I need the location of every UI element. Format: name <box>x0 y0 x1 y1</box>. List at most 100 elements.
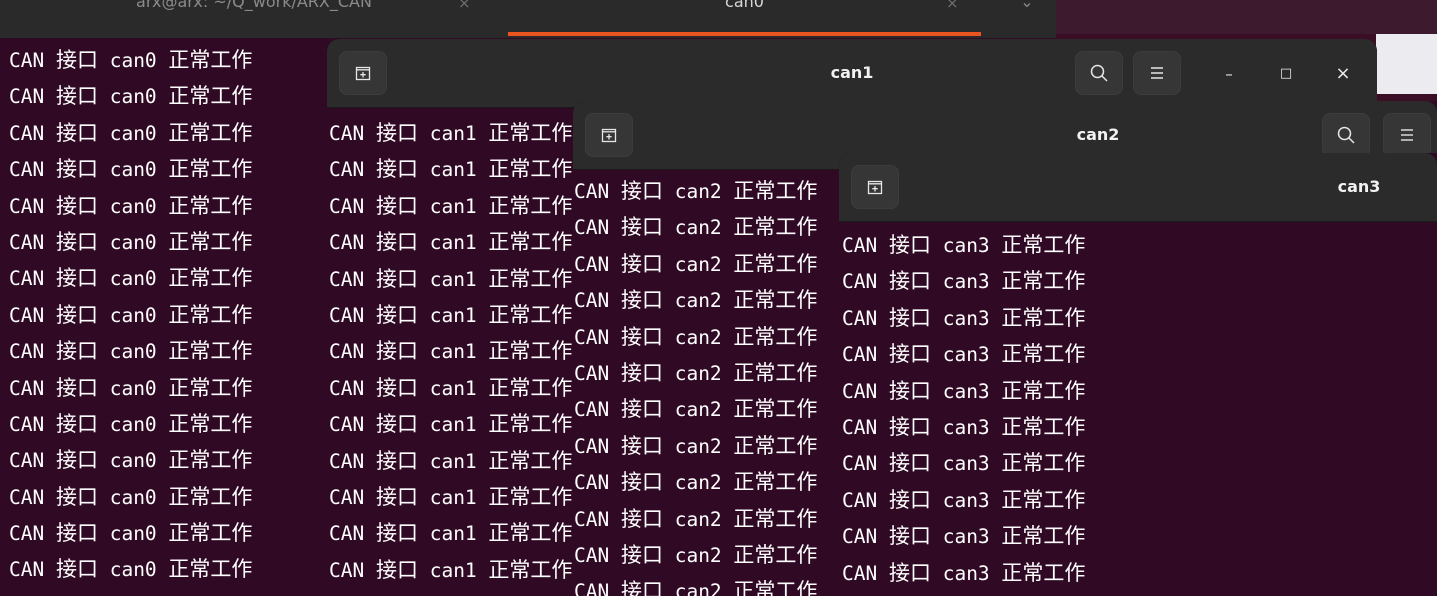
hamburger-menu-icon <box>1401 129 1413 141</box>
line-interface-name: can0 <box>97 121 169 145</box>
line-interface-name: can2 <box>662 543 734 567</box>
line-interface-word: 接口 <box>55 193 98 218</box>
line-prefix: CAN <box>842 270 889 294</box>
terminal-output-can3[interactable]: CAN 接口 can3 正常工作 CAN 接口 can3 正常工作 CAN 接口 c… <box>839 227 1437 591</box>
line-interface-name: can1 <box>417 158 489 182</box>
line-interface-name: can3 <box>930 561 1002 585</box>
line-interface-word: 接口 <box>55 120 98 145</box>
line-prefix: CAN <box>9 449 56 473</box>
line-status-text: 正常工作 <box>488 121 573 145</box>
line-status-text: 正常工作 <box>488 302 573 327</box>
tab-close-icon[interactable]: × <box>946 0 959 12</box>
menu-button[interactable] <box>1383 113 1431 157</box>
line-interface-word: 接口 <box>620 360 663 385</box>
line-interface-word: 接口 <box>888 305 931 330</box>
close-button[interactable]: × <box>1330 60 1356 86</box>
search-button[interactable] <box>1075 51 1123 95</box>
line-interface-name: can3 <box>930 234 1002 257</box>
line-prefix: CAN <box>9 121 56 145</box>
tab-arx-home[interactable]: arx@arx: ~/Q_work/ARX_CAN × <box>0 0 508 34</box>
line-interface-word: 接口 <box>620 288 663 313</box>
line-interface-word: 接口 <box>55 448 98 473</box>
line-interface-word: 接口 <box>55 375 98 400</box>
line-interface-name: can2 <box>662 216 734 240</box>
line-interface-word: 接口 <box>620 179 663 203</box>
line-prefix: CAN <box>574 507 621 531</box>
tab-can0[interactable]: can0 × <box>508 0 981 34</box>
line-interface-name: can2 <box>662 252 734 276</box>
maximize-button[interactable]: □ <box>1273 60 1299 86</box>
line-status-text: 正常工作 <box>1001 342 1086 367</box>
line-interface-name: can1 <box>417 122 489 145</box>
line-interface-name: can3 <box>930 343 1002 367</box>
terminal-line: CAN 接口 can3 正常工作 <box>842 227 1437 263</box>
line-prefix: CAN <box>574 252 621 276</box>
line-prefix: CAN <box>574 325 621 349</box>
line-interface-name: can0 <box>97 85 169 109</box>
line-interface-word: 接口 <box>888 269 931 294</box>
line-prefix: CAN <box>329 558 376 582</box>
line-prefix: CAN <box>842 379 889 403</box>
line-status-text: 正常工作 <box>168 375 253 400</box>
new-tab-button[interactable] <box>851 165 899 209</box>
line-status-text: 正常工作 <box>168 339 253 364</box>
line-prefix: CAN <box>329 231 376 255</box>
line-interface-word: 接口 <box>375 193 418 218</box>
line-status-text: 正常工作 <box>488 375 573 400</box>
line-status-text: 正常工作 <box>1001 560 1086 585</box>
line-interface-word: 接口 <box>888 451 931 476</box>
line-status-text: 正常工作 <box>733 179 818 203</box>
line-interface-word: 接口 <box>375 375 418 400</box>
terminal-line: CAN 接口 can3 正常工作 <box>842 336 1437 372</box>
line-prefix: CAN <box>842 306 889 330</box>
hamburger-menu-icon <box>1151 67 1163 79</box>
line-prefix: CAN <box>329 449 376 473</box>
new-tab-button[interactable] <box>585 113 633 157</box>
line-status-text: 正常工作 <box>168 229 253 254</box>
line-status-text: 正常工作 <box>488 339 573 364</box>
line-status-text: 正常工作 <box>733 215 818 240</box>
tab-bar: arx@arx: ~/Q_work/ARX_CAN × can0 × ⌄ <box>0 0 1056 38</box>
terminal-line: CAN 接口 can3 正常工作 <box>842 373 1437 409</box>
headerbar: can1 – □ × <box>327 39 1377 108</box>
line-status-text: 正常工作 <box>168 266 253 291</box>
terminal-window-can3[interactable]: can3 CAN 接口 can3 正常工作 CAN 接口 can3 正常工作 CAN… <box>839 153 1437 596</box>
line-interface-name: can2 <box>662 361 734 385</box>
minimize-button[interactable]: – <box>1216 61 1242 87</box>
line-status-text: 正常工作 <box>488 557 573 582</box>
tab-label: arx@arx: ~/Q_work/ARX_CAN <box>136 0 372 11</box>
line-status-text: 正常工作 <box>1001 305 1086 330</box>
line-prefix: CAN <box>574 180 621 203</box>
line-interface-word: 接口 <box>620 470 663 495</box>
line-status-text: 正常工作 <box>168 521 253 546</box>
line-status-text: 正常工作 <box>168 411 253 436</box>
tabs-dropdown-icon[interactable]: ⌄ <box>1012 0 1042 34</box>
line-prefix: CAN <box>9 230 56 254</box>
line-status-text: 正常工作 <box>1001 378 1086 403</box>
terminal-line: CAN 接口 can3 正常工作 <box>842 482 1437 518</box>
line-interface-name: can3 <box>930 379 1002 403</box>
line-interface-name: can2 <box>662 398 734 422</box>
menu-button[interactable] <box>1133 51 1181 95</box>
line-interface-name: can1 <box>417 413 489 437</box>
line-prefix: CAN <box>574 216 621 240</box>
line-interface-name: can1 <box>417 558 489 582</box>
line-status-text: 正常工作 <box>168 448 253 473</box>
line-interface-name: can0 <box>97 522 169 546</box>
tab-label: can0 <box>725 0 764 11</box>
line-interface-name: can2 <box>662 471 734 495</box>
line-interface-word: 接口 <box>375 157 418 182</box>
line-status-text: 正常工作 <box>488 448 573 473</box>
line-interface-word: 接口 <box>620 433 663 458</box>
line-interface-name: can3 <box>930 306 1002 330</box>
line-prefix: CAN <box>574 361 621 385</box>
line-interface-name: can2 <box>662 434 734 458</box>
line-status-text: 正常工作 <box>733 360 818 385</box>
line-prefix: CAN <box>9 412 56 436</box>
tab-close-icon[interactable]: × <box>458 0 471 12</box>
search-button[interactable] <box>1322 113 1370 157</box>
new-tab-button[interactable] <box>339 51 387 95</box>
line-interface-name: can0 <box>97 340 169 364</box>
line-interface-word: 接口 <box>620 215 663 240</box>
line-prefix: CAN <box>9 158 56 182</box>
